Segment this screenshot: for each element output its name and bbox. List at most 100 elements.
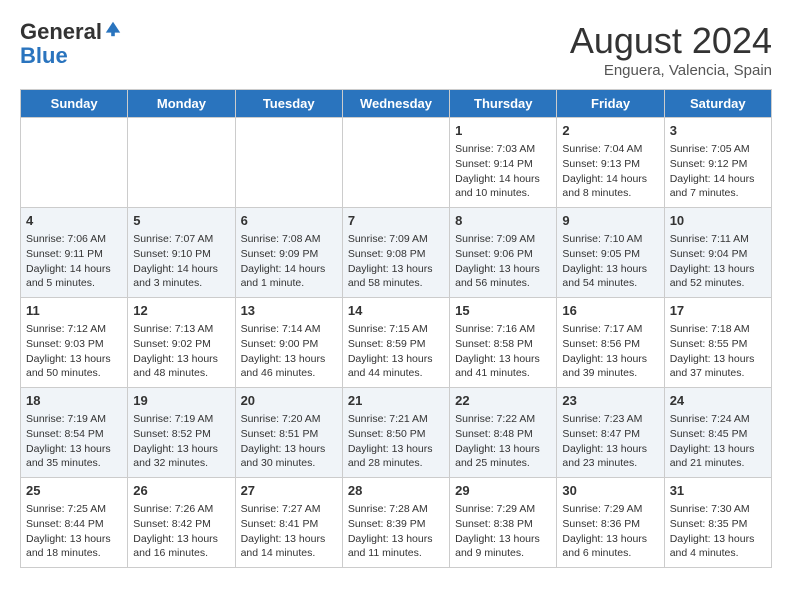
calendar-cell: 13Sunrise: 7:14 AMSunset: 9:00 PMDayligh… xyxy=(235,298,342,388)
day-info: Sunset: 9:13 PM xyxy=(562,157,658,172)
day-number: 7 xyxy=(348,212,444,230)
day-info: and 10 minutes. xyxy=(455,186,551,201)
day-info: Daylight: 13 hours xyxy=(133,352,229,367)
day-info: Sunset: 9:12 PM xyxy=(670,157,766,172)
logo-icon xyxy=(104,20,122,38)
day-info: Daylight: 13 hours xyxy=(26,442,122,457)
day-info: and 8 minutes. xyxy=(562,186,658,201)
day-info: and 9 minutes. xyxy=(455,546,551,561)
subtitle: Enguera, Valencia, Spain xyxy=(570,62,772,79)
day-info: Sunset: 8:55 PM xyxy=(670,337,766,352)
day-info: Daylight: 13 hours xyxy=(348,262,444,277)
calendar-cell: 3Sunrise: 7:05 AMSunset: 9:12 PMDaylight… xyxy=(664,118,771,208)
calendar-cell: 28Sunrise: 7:28 AMSunset: 8:39 PMDayligh… xyxy=(342,478,449,568)
calendar-cell: 4Sunrise: 7:06 AMSunset: 9:11 PMDaylight… xyxy=(21,208,128,298)
day-number: 31 xyxy=(670,482,766,500)
calendar-cell: 31Sunrise: 7:30 AMSunset: 8:35 PMDayligh… xyxy=(664,478,771,568)
day-number: 27 xyxy=(241,482,337,500)
day-info: Sunset: 8:39 PM xyxy=(348,517,444,532)
day-info: Sunrise: 7:13 AM xyxy=(133,322,229,337)
day-info: Sunrise: 7:23 AM xyxy=(562,412,658,427)
day-info: and 30 minutes. xyxy=(241,456,337,471)
day-info: Daylight: 13 hours xyxy=(26,532,122,547)
calendar-cell: 30Sunrise: 7:29 AMSunset: 8:36 PMDayligh… xyxy=(557,478,664,568)
calendar-header-row: SundayMondayTuesdayWednesdayThursdayFrid… xyxy=(21,90,772,118)
day-info: and 44 minutes. xyxy=(348,366,444,381)
day-number: 25 xyxy=(26,482,122,500)
day-info: Sunset: 8:54 PM xyxy=(26,427,122,442)
day-number: 1 xyxy=(455,122,551,140)
day-info: Sunset: 9:02 PM xyxy=(133,337,229,352)
day-info: and 48 minutes. xyxy=(133,366,229,381)
day-info: Daylight: 13 hours xyxy=(455,352,551,367)
main-title: August 2024 xyxy=(570,20,772,62)
calendar-cell: 15Sunrise: 7:16 AMSunset: 8:58 PMDayligh… xyxy=(450,298,557,388)
day-info: and 16 minutes. xyxy=(133,546,229,561)
day-info: Daylight: 13 hours xyxy=(348,352,444,367)
day-info: Sunrise: 7:22 AM xyxy=(455,412,551,427)
calendar-cell xyxy=(21,118,128,208)
day-info: and 21 minutes. xyxy=(670,456,766,471)
calendar-week-row: 1Sunrise: 7:03 AMSunset: 9:14 PMDaylight… xyxy=(21,118,772,208)
calendar-cell: 26Sunrise: 7:26 AMSunset: 8:42 PMDayligh… xyxy=(128,478,235,568)
day-info: and 56 minutes. xyxy=(455,276,551,291)
day-info: Sunrise: 7:14 AM xyxy=(241,322,337,337)
day-info: and 54 minutes. xyxy=(562,276,658,291)
day-info: and 6 minutes. xyxy=(562,546,658,561)
day-info: Daylight: 13 hours xyxy=(133,532,229,547)
logo-text-general: General xyxy=(20,20,102,44)
day-info: Sunrise: 7:26 AM xyxy=(133,502,229,517)
calendar-cell: 10Sunrise: 7:11 AMSunset: 9:04 PMDayligh… xyxy=(664,208,771,298)
day-number: 8 xyxy=(455,212,551,230)
day-info: Sunrise: 7:17 AM xyxy=(562,322,658,337)
day-info: Daylight: 13 hours xyxy=(348,532,444,547)
day-info: Sunset: 8:41 PM xyxy=(241,517,337,532)
day-header-tuesday: Tuesday xyxy=(235,90,342,118)
day-info: and 4 minutes. xyxy=(670,546,766,561)
day-info: Sunset: 9:06 PM xyxy=(455,247,551,262)
day-info: Daylight: 13 hours xyxy=(133,442,229,457)
day-info: Sunrise: 7:10 AM xyxy=(562,232,658,247)
day-info: Daylight: 13 hours xyxy=(455,532,551,547)
day-number: 17 xyxy=(670,302,766,320)
day-info: Sunrise: 7:24 AM xyxy=(670,412,766,427)
day-info: Daylight: 13 hours xyxy=(670,262,766,277)
day-info: Sunrise: 7:06 AM xyxy=(26,232,122,247)
day-info: Sunset: 8:45 PM xyxy=(670,427,766,442)
day-info: Daylight: 14 hours xyxy=(455,172,551,187)
logo: General Blue xyxy=(20,20,122,68)
day-info: Sunrise: 7:15 AM xyxy=(348,322,444,337)
calendar-cell: 9Sunrise: 7:10 AMSunset: 9:05 PMDaylight… xyxy=(557,208,664,298)
day-header-saturday: Saturday xyxy=(664,90,771,118)
day-number: 2 xyxy=(562,122,658,140)
day-info: Daylight: 13 hours xyxy=(241,352,337,367)
day-info: Daylight: 13 hours xyxy=(26,352,122,367)
day-info: and 14 minutes. xyxy=(241,546,337,561)
day-info: Daylight: 13 hours xyxy=(670,352,766,367)
calendar-week-row: 25Sunrise: 7:25 AMSunset: 8:44 PMDayligh… xyxy=(21,478,772,568)
day-info: and 52 minutes. xyxy=(670,276,766,291)
day-info: and 50 minutes. xyxy=(26,366,122,381)
day-info: Sunrise: 7:29 AM xyxy=(455,502,551,517)
day-info: and 46 minutes. xyxy=(241,366,337,381)
day-number: 6 xyxy=(241,212,337,230)
calendar-cell: 23Sunrise: 7:23 AMSunset: 8:47 PMDayligh… xyxy=(557,388,664,478)
calendar-cell: 11Sunrise: 7:12 AMSunset: 9:03 PMDayligh… xyxy=(21,298,128,388)
day-number: 4 xyxy=(26,212,122,230)
calendar-cell: 17Sunrise: 7:18 AMSunset: 8:55 PMDayligh… xyxy=(664,298,771,388)
day-number: 11 xyxy=(26,302,122,320)
calendar-cell: 6Sunrise: 7:08 AMSunset: 9:09 PMDaylight… xyxy=(235,208,342,298)
day-info: Sunrise: 7:09 AM xyxy=(348,232,444,247)
day-header-thursday: Thursday xyxy=(450,90,557,118)
calendar-week-row: 18Sunrise: 7:19 AMSunset: 8:54 PMDayligh… xyxy=(21,388,772,478)
day-info: and 11 minutes. xyxy=(348,546,444,561)
day-info: Sunset: 9:04 PM xyxy=(670,247,766,262)
day-info: Sunrise: 7:20 AM xyxy=(241,412,337,427)
day-info: Sunrise: 7:11 AM xyxy=(670,232,766,247)
day-info: Daylight: 13 hours xyxy=(562,352,658,367)
calendar-week-row: 4Sunrise: 7:06 AMSunset: 9:11 PMDaylight… xyxy=(21,208,772,298)
day-info: Daylight: 14 hours xyxy=(26,262,122,277)
day-info: Sunrise: 7:12 AM xyxy=(26,322,122,337)
day-info: Sunset: 8:50 PM xyxy=(348,427,444,442)
day-info: and 41 minutes. xyxy=(455,366,551,381)
